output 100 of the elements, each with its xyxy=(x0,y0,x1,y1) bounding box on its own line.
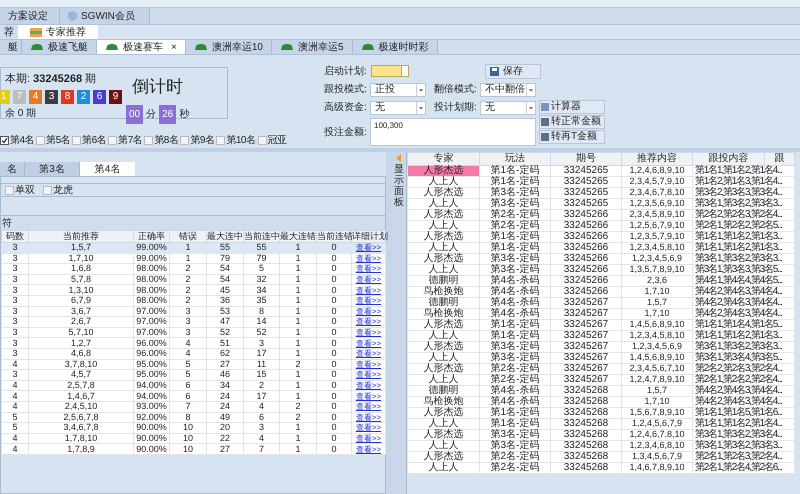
table-row[interactable]: 3 5,7,10 97.00% 3 52 52 1 0 查看>> xyxy=(2,327,386,338)
table-row[interactable]: 鸟枪换炮 第4名-杀码 33245268 1,7,10 第4名2,第4名3,第4名4... xyxy=(408,396,794,408)
checkbox[interactable] xyxy=(144,136,154,145)
table-row[interactable]: 人形杰选 第1名-定码 33245267 1,4,5,6,8,9,10 第1名1,第1名4,第1名5... xyxy=(408,320,794,330)
checkbox[interactable] xyxy=(5,186,14,194)
column-header[interactable]: 跟 xyxy=(764,152,794,166)
column-header[interactable]: 玩法 xyxy=(480,152,550,166)
column-header[interactable]: 专家 xyxy=(408,152,480,166)
sub-tab[interactable]: 专家推荐 xyxy=(18,25,98,39)
checkbox[interactable] xyxy=(180,136,190,145)
table-cell: 6,7,9 xyxy=(70,295,92,306)
save-button[interactable]: 保存 xyxy=(485,64,541,78)
sub-tab[interactable]: 荐 xyxy=(0,25,18,39)
rank-tab[interactable]: 名 xyxy=(0,162,25,176)
game-tab[interactable]: 澳洲幸运10 xyxy=(186,40,272,54)
rank-tab[interactable]: 第3名 xyxy=(25,162,80,176)
table-row[interactable]: 人上人 第2名-定码 33245267 1,2,4,7,8,9,10 第2名1,第2名2,第2名4... xyxy=(408,374,794,386)
tool-button[interactable]: 计算器 xyxy=(539,100,605,114)
table-row[interactable]: 德鹏明 第4名-杀码 33245267 1,5,7 第4名2,第4名3,第4名4... xyxy=(408,298,794,308)
checkbox[interactable] xyxy=(258,136,266,145)
table-row[interactable]: 人上人 第3名-定码 33245268 1,2,3,4,6,8,10 第3名1,第3名2,第3名3... xyxy=(408,440,794,452)
checkbox[interactable] xyxy=(43,186,52,194)
checkbox[interactable] xyxy=(72,136,82,145)
game-tab[interactable]: 澳洲幸运5 xyxy=(272,40,353,54)
table-row[interactable]: 人形杰选 第3名-定码 33245266 1,2,3,4,5,6,9 第3名1,第3名2,第3名3... xyxy=(408,254,794,264)
table-row[interactable]: 5 2,5,6,7,8 92.00% 8 49 6 2 0 查看>> xyxy=(2,412,386,423)
table-row[interactable]: 3 1,5,7 99.00% 1 55 55 1 0 查看>> xyxy=(2,242,386,254)
table-cell: 1 xyxy=(295,327,300,338)
table-row[interactable]: 鸟枪换炮 第4名-杀码 33245266 1,7,10 第4名2,第4名3,第4名4... xyxy=(408,286,794,298)
table-row[interactable]: 4 1,4,6,7 94.00% 6 24 17 1 0 查看>> xyxy=(2,390,386,402)
double-mode-select[interactable]: 不中翻倍 xyxy=(480,82,536,96)
table-row[interactable]: 3 1,2,7 96.00% 4 51 3 1 0 查看>> xyxy=(2,338,386,348)
table-cell: 0 xyxy=(331,358,336,369)
table-cell: 第1名1,第1名2,第1名3... xyxy=(695,330,782,341)
column-header[interactable]: 跟投内容 xyxy=(692,152,764,166)
table-row[interactable]: 人形杰选 第1名-定码 33245266 1,2,3,5,7,9,10 第1名1,第1名2,第1名3... xyxy=(408,232,794,242)
table-cell: 3 xyxy=(12,369,18,380)
table-row[interactable]: 人形杰选 第1名-定码 33245265 1,2,4,6,8,9,10 第1名1,第1名2,第1名4... xyxy=(408,166,794,176)
close-tab-button[interactable]: × xyxy=(171,40,177,54)
table-row[interactable]: 人形杰选 第1名-定码 33245268 1,5,6,7,8,9,10 第1名1,第1名5,第1名6... xyxy=(408,408,794,418)
table-cell: 人上人 xyxy=(428,242,458,253)
table-row[interactable]: 德鹏明 第4名-杀码 33245268 1,5,7 第4名2,第4名3,第4名4... xyxy=(408,386,794,396)
amount-field[interactable]: 100,300 xyxy=(370,118,536,146)
table-row[interactable]: 3 2,6,7 97.00% 3 47 14 1 0 查看>> xyxy=(2,316,386,328)
column-header[interactable]: 推荐内容 xyxy=(622,152,692,166)
table-row[interactable]: 人形杰选 第2名-定码 33245266 2,3,4,5,8,9,10 第2名2,第2名3,第2名4... xyxy=(408,210,794,220)
table-row[interactable]: 人形杰选 第3名-定码 33245267 1,2,3,4,5,6,9 第3名1,第3名2,第3名3... xyxy=(408,342,794,352)
follow-mode-select[interactable]: 正投 xyxy=(370,82,426,96)
rank-tab[interactable]: 第4名 xyxy=(80,162,135,176)
column-header[interactable]: 码数 xyxy=(2,230,28,242)
game-tab[interactable]: 极速飞艇 xyxy=(22,40,97,54)
side-panel-label[interactable]: 显示面板 xyxy=(394,164,404,208)
table-row[interactable]: 人上人 第3名-定码 33245267 1,4,5,6,8,9,10 第3名1,第3名4,第3名5... xyxy=(408,352,794,364)
table-row[interactable]: 人形杰选 第3名-定码 33245265 2,3,4,6,7,8,10 第3名2,第3名3,第3名4... xyxy=(408,188,794,198)
tool-button[interactable]: 转再T金额 xyxy=(539,130,605,144)
game-tab[interactable]: 极速赛车 × xyxy=(97,40,186,54)
checkbox[interactable] xyxy=(216,136,226,145)
table-row[interactable]: 鸟枪换炮 第4名-杀码 33245267 1,7,10 第4名2,第4名3,第4名4... xyxy=(408,308,794,320)
checkbox[interactable] xyxy=(36,136,46,145)
table-row[interactable]: 人上人 第1名-定码 33245265 2,3,4,5,7,9,10 第1名2,第1名3,第1名4... xyxy=(408,176,794,188)
table-row[interactable]: 3 3,6,7 97.00% 3 53 8 1 0 查看>> xyxy=(2,306,386,317)
table-row[interactable]: 3 1,3,10 98.00% 2 45 34 1 0 查看>> xyxy=(2,284,386,296)
table-cell: 第3名-定码 xyxy=(490,352,540,363)
table-row[interactable]: 人上人 第1名-定码 33245266 1,2,3,4,5,8,10 第1名1,第1名2,第1名3... xyxy=(408,242,794,254)
table-row[interactable]: 4 1,7,8,9 90.00% 10 27 7 1 0 查看>> xyxy=(2,444,386,454)
table-row[interactable]: 3 6,7,9 98.00% 2 36 35 1 0 查看>> xyxy=(2,295,386,306)
table-row[interactable]: 4 2,4,5,10 93.00% 7 24 4 2 0 查看>> xyxy=(2,401,386,412)
table-row[interactable]: 人上人 第1名-定码 33245267 1,2,3,4,5,8,10 第1名1,第1名2,第1名3... xyxy=(408,330,794,342)
table-row[interactable]: 人形杰选 第3名-定码 33245268 1,2,4,6,7,8,10 第3名1,第3名2,第3名4... xyxy=(408,430,794,440)
start-toggle[interactable] xyxy=(371,65,409,77)
column-header[interactable]: 期号 xyxy=(550,152,622,166)
fund-select[interactable]: 无 xyxy=(370,100,426,114)
table-row[interactable]: 5 3,4,6,7,8 90.00% 10 20 3 1 0 查看>> xyxy=(2,422,386,434)
table-row[interactable]: 德鹏明 第4名-杀码 33245266 2,3,6 第4名1,第4名4,第4名5... xyxy=(408,276,794,286)
table-row[interactable]: 3 4,5,7 95.00% 5 46 15 1 0 查看>> xyxy=(2,370,386,380)
table-row[interactable]: 人上人 第2名-定码 33245266 1,2,5,6,7,9,10 第2名1,第2名2,第2名5... xyxy=(408,220,794,232)
top-tab[interactable]: 方案设定 xyxy=(0,8,60,24)
table-row[interactable]: 人上人 第1名-定码 33245268 1,2,4,5,6,7,9 第1名1,第1名2,第1名4... xyxy=(408,418,794,430)
table-row[interactable]: 人上人 第2名-定码 33245268 1,4,6,7,8,9,10 第2名1,第2名4,第2名6... xyxy=(408,462,794,474)
top-tab[interactable]: SGWIN会员 xyxy=(60,8,150,24)
tool-button[interactable]: 转正常金额 xyxy=(539,115,605,129)
table-row[interactable]: 人上人 第3名-定码 33245265 1,2,3,5,6,9,10 第3名1,第3名2,第3名3... xyxy=(408,198,794,210)
table-row[interactable]: 人上人 第3名-定码 33245266 1,3,5,7,8,9,10 第3名1,第3名3,第3名5... xyxy=(408,264,794,276)
table-row[interactable]: 3 1,7,10 99.00% 1 79 79 1 0 查看>> xyxy=(2,253,386,264)
table-row[interactable]: 3 1,6,8 98.00% 2 54 5 1 0 查看>> xyxy=(2,264,386,274)
game-tab[interactable]: 极速时时彩 xyxy=(352,40,438,54)
table-cell: 3 xyxy=(12,284,18,295)
checkbox[interactable] xyxy=(108,136,118,145)
table-row[interactable]: 3 5,7,8 98.00% 2 54 32 1 0 查看>> xyxy=(2,274,386,285)
table-cell: 人上人 xyxy=(428,264,458,275)
column-header[interactable]: 当前推荐 xyxy=(28,230,134,242)
table-row[interactable]: 4 3,7,8,10 95.00% 5 27 11 2 0 查看>> xyxy=(2,359,386,370)
table-row[interactable]: 4 1,7,8,10 90.00% 10 22 4 1 0 查看>> xyxy=(2,433,386,444)
table-row[interactable]: 4 2,5,7,8 94.00% 6 34 2 1 0 查看>> xyxy=(2,380,386,391)
table-row[interactable]: 人形杰选 第2名-定码 33245267 2,3,4,5,6,7,10 第2名2,第2名3,第2名4... xyxy=(408,364,794,374)
table-row[interactable]: 3 4,6,8 96.00% 4 62 17 1 0 查看>> xyxy=(2,348,386,360)
checkbox[interactable] xyxy=(0,136,9,145)
game-tab[interactable]: 艇 xyxy=(0,40,22,54)
table-row[interactable]: 人形杰选 第2名-定码 33245268 1,3,4,5,6,7,9 第2名1,第2名3,第2名4... xyxy=(408,452,794,462)
plan-select[interactable]: 无 xyxy=(480,100,536,114)
